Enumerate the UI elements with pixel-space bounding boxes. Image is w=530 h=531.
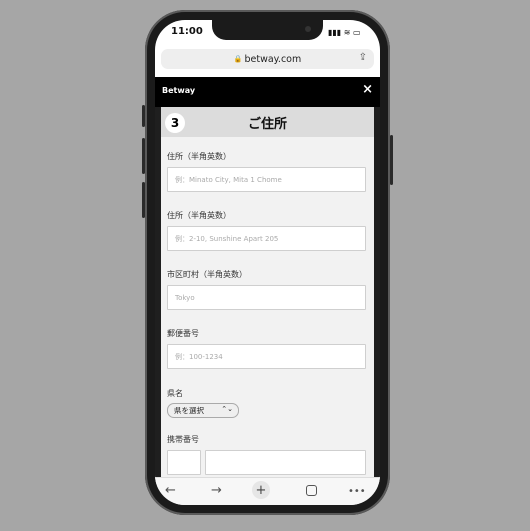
camera-icon	[305, 26, 311, 32]
share-icon[interactable]: ⇪	[359, 52, 367, 63]
browser-toolbar: ← → + •••	[155, 477, 380, 505]
mobile-label: 携帯番号	[167, 435, 199, 444]
volume-up-button	[142, 138, 145, 174]
address1-input[interactable]: 例：Minato City, Mita 1 Chome	[167, 167, 366, 192]
lock-icon: 🔒	[233, 55, 243, 63]
chevron-updown-icon: ⌃⌄	[221, 405, 233, 413]
address2-input[interactable]: 例：2-10, Sunshine Apart 205	[167, 226, 366, 251]
close-icon[interactable]: ×	[362, 82, 373, 97]
volume-down-button	[142, 182, 145, 218]
tabs-icon[interactable]	[306, 485, 317, 496]
country-code-input[interactable]	[167, 450, 201, 475]
status-icons: ▮▮▮ ≋ ▭	[328, 28, 361, 37]
more-icon[interactable]: •••	[348, 486, 366, 497]
back-arrow-icon[interactable]: ←	[165, 483, 176, 498]
mobile-input[interactable]	[205, 450, 366, 475]
brand-logo: Betway	[162, 86, 196, 95]
city-input[interactable]: Tokyo	[167, 285, 366, 310]
notch	[212, 20, 323, 40]
url-text: betway.com	[244, 53, 302, 65]
status-time: 11:00	[171, 26, 203, 37]
side-button	[142, 105, 145, 127]
form-panel: 3 ご住所 住所（半角英数） 例：Minato City, Mita 1 Cho…	[161, 107, 374, 477]
prefecture-select[interactable]: 県を選択 ⌃⌄	[167, 403, 239, 418]
power-button	[390, 135, 393, 185]
address2-label: 住所（半角英数）	[167, 211, 231, 220]
zip-label: 郵便番号	[167, 329, 199, 338]
modal-header: Betway ×	[155, 77, 380, 107]
address1-label: 住所（半角英数）	[167, 152, 231, 161]
prefecture-label: 県名	[167, 389, 183, 398]
new-tab-icon[interactable]: +	[252, 481, 270, 499]
forward-arrow-icon[interactable]: →	[211, 483, 222, 498]
prefecture-value: 県を選択	[174, 406, 204, 415]
city-label: 市区町村（半角英数）	[167, 270, 247, 279]
content-frame: 3 ご住所 住所（半角英数） 例：Minato City, Mita 1 Cho…	[155, 107, 380, 477]
zip-input[interactable]: 例：100-1234	[167, 344, 366, 369]
phone-frame: 11:00 ▮▮▮ ≋ ▭ 🔒 betway.com ⇪ Betway × 3 …	[142, 10, 393, 515]
step-header: 3 ご住所	[161, 107, 374, 137]
step-title: ご住所	[247, 117, 287, 132]
address-bar[interactable]: 🔒 betway.com ⇪	[161, 49, 374, 69]
phone-screen: 11:00 ▮▮▮ ≋ ▭ 🔒 betway.com ⇪ Betway × 3 …	[155, 20, 380, 505]
